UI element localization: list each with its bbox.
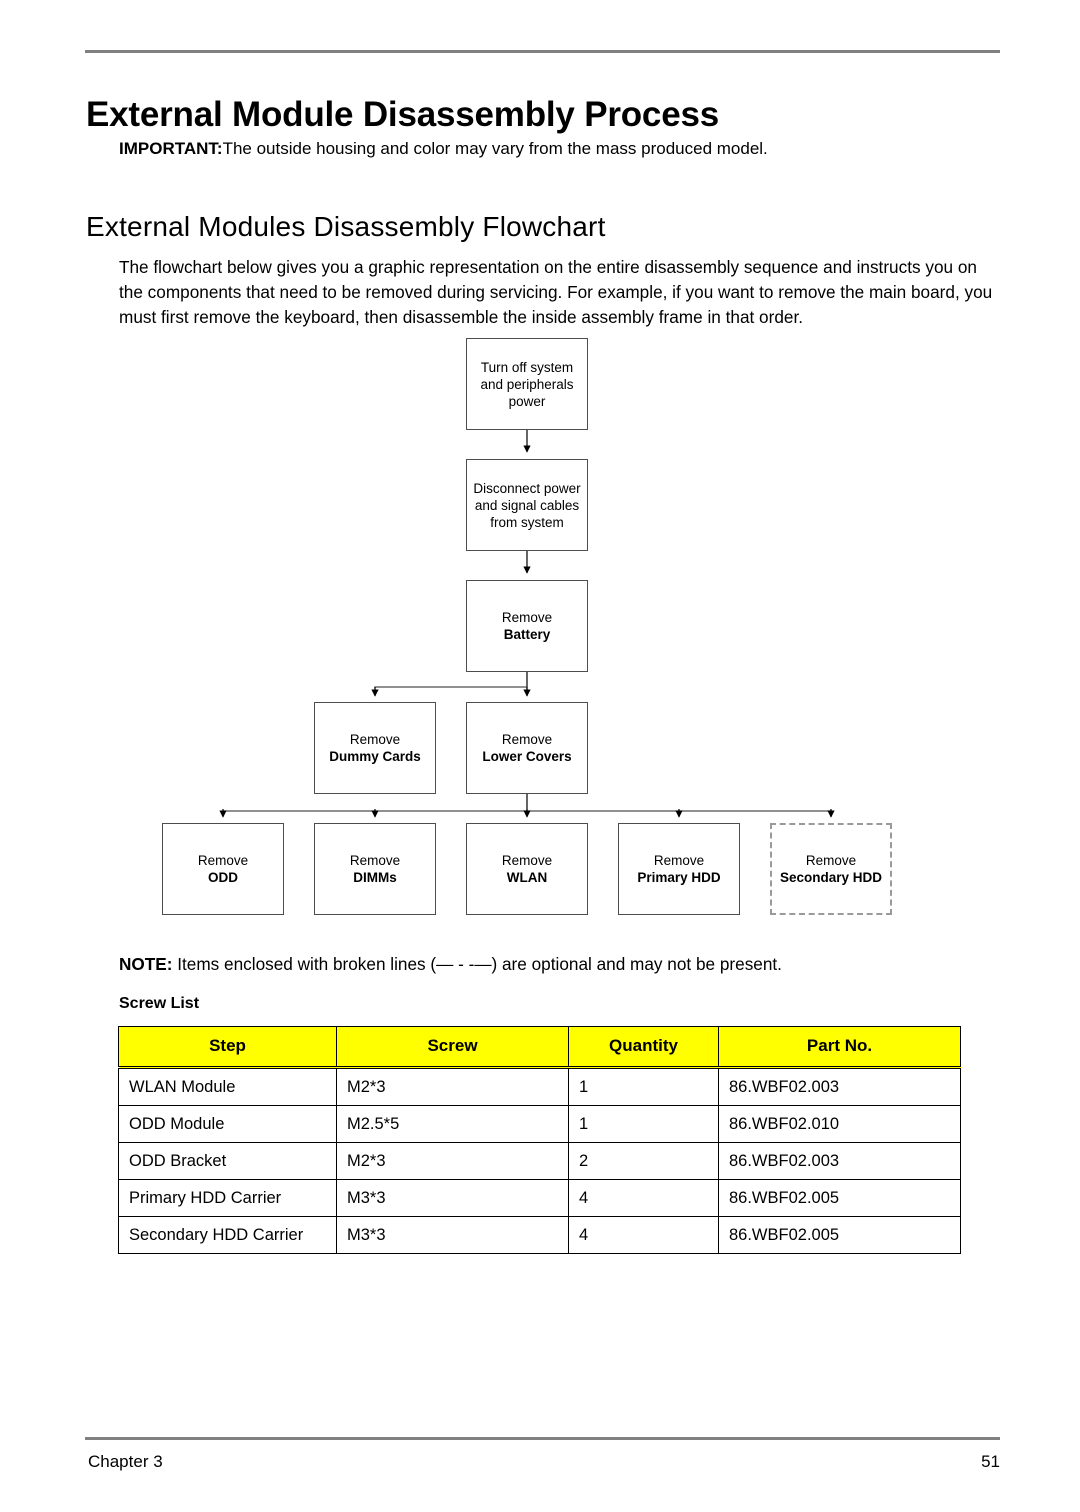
flow-box-component: Dummy Cards bbox=[329, 749, 421, 764]
flow-box-component: ODD bbox=[208, 870, 238, 885]
cell-screw: M3*3 bbox=[336, 1179, 569, 1217]
flow-box-component: Lower Covers bbox=[482, 749, 572, 764]
cell-screw: M2*3 bbox=[336, 1067, 569, 1106]
important-note: IMPORTANT:The outside housing and color … bbox=[119, 139, 768, 159]
flow-box-line: Remove bbox=[349, 853, 401, 868]
table-row: Primary HDD Carrier M3*3 4 86.WBF02.005 bbox=[118, 1179, 961, 1217]
flow-box-remove-battery: Remove Battery bbox=[466, 580, 588, 672]
flow-box-remove-odd: Remove ODD bbox=[162, 823, 284, 915]
cell-screw: M2*3 bbox=[336, 1142, 569, 1180]
flow-box-line: power bbox=[508, 393, 546, 409]
optional-items-note: NOTE: Items enclosed with broken lines (… bbox=[119, 954, 782, 975]
important-text: The outside housing and color may vary f… bbox=[222, 139, 768, 158]
table-header-row: Step Screw Quantity Part No. bbox=[118, 1026, 961, 1069]
important-label: IMPORTANT: bbox=[119, 139, 223, 158]
cell-quantity: 4 bbox=[568, 1179, 719, 1217]
cell-quantity: 1 bbox=[568, 1067, 719, 1106]
table-row: WLAN Module M2*3 1 86.WBF02.003 bbox=[118, 1067, 961, 1106]
column-header-part-no: Part No. bbox=[718, 1026, 961, 1069]
table-row: ODD Module M2.5*5 1 86.WBF02.010 bbox=[118, 1105, 961, 1143]
note-label: NOTE: bbox=[119, 954, 173, 974]
table-row: ODD Bracket M2*3 2 86.WBF02.003 bbox=[118, 1142, 961, 1180]
column-header-quantity: Quantity bbox=[568, 1026, 719, 1069]
cell-step: ODD Module bbox=[118, 1105, 337, 1143]
flow-box-turn-off-power: Turn off system and peripherals power bbox=[466, 338, 588, 430]
flow-box-line: Remove bbox=[501, 853, 553, 868]
cell-step: ODD Bracket bbox=[118, 1142, 337, 1180]
flow-box-line: Remove bbox=[653, 853, 705, 868]
cell-screw: M3*3 bbox=[336, 1216, 569, 1254]
flow-box-line: Remove bbox=[197, 853, 249, 868]
flow-box-line: Remove bbox=[501, 610, 553, 625]
flow-box-line: Turn off system bbox=[480, 359, 574, 375]
screw-list-table: Step Screw Quantity Part No. WLAN Module… bbox=[118, 1026, 961, 1254]
footer-page-number: 51 bbox=[981, 1452, 1000, 1471]
note-text: Items enclosed with broken lines (— - -—… bbox=[172, 954, 782, 974]
flow-box-component: Battery bbox=[503, 627, 551, 642]
cell-quantity: 1 bbox=[568, 1105, 719, 1143]
flow-box-line: Disconnect power bbox=[473, 480, 581, 496]
header-rule bbox=[85, 50, 1000, 53]
flow-box-remove-dummy-cards: Remove Dummy Cards bbox=[314, 702, 436, 794]
flow-box-line: from system bbox=[490, 514, 564, 530]
flow-box-component: WLAN bbox=[506, 870, 548, 885]
flow-box-disconnect-cables: Disconnect power and signal cables from … bbox=[466, 459, 588, 551]
page-title: External Module Disassembly Process bbox=[86, 95, 719, 135]
cell-part-no: 86.WBF02.010 bbox=[718, 1105, 961, 1143]
column-header-step: Step bbox=[118, 1026, 337, 1069]
flow-box-line: and signal cables bbox=[474, 497, 580, 513]
flow-box-remove-secondary-hdd-optional: Remove Secondary HDD bbox=[770, 823, 892, 915]
flow-box-remove-wlan: Remove WLAN bbox=[466, 823, 588, 915]
cell-quantity: 4 bbox=[568, 1216, 719, 1254]
flow-box-remove-dimms: Remove DIMMs bbox=[314, 823, 436, 915]
intro-paragraph: The flowchart below gives you a graphic … bbox=[119, 257, 993, 328]
flow-box-line: Remove bbox=[501, 732, 553, 747]
flow-box-component: DIMMs bbox=[353, 870, 397, 885]
cell-part-no: 86.WBF02.005 bbox=[718, 1179, 961, 1217]
cell-screw: M2.5*5 bbox=[336, 1105, 569, 1143]
page-canvas: External Module Disassembly Process IMPO… bbox=[0, 0, 1080, 1512]
cell-step: Secondary HDD Carrier bbox=[118, 1216, 337, 1254]
cell-quantity: 2 bbox=[568, 1142, 719, 1180]
cell-step: WLAN Module bbox=[118, 1067, 337, 1106]
table-row: Secondary HDD Carrier M3*3 4 86.WBF02.00… bbox=[118, 1216, 961, 1254]
flow-box-line: Remove bbox=[349, 732, 401, 747]
flow-box-component: Primary HDD bbox=[637, 870, 721, 885]
flow-box-line: and peripherals bbox=[480, 376, 574, 392]
screw-list-title: Screw List bbox=[119, 995, 200, 1012]
flow-box-component: Secondary HDD bbox=[779, 870, 883, 885]
flow-box-remove-primary-hdd: Remove Primary HDD bbox=[618, 823, 740, 915]
column-header-screw: Screw bbox=[336, 1026, 569, 1069]
cell-part-no: 86.WBF02.003 bbox=[718, 1067, 961, 1106]
footer-rule bbox=[85, 1437, 1000, 1440]
cell-step: Primary HDD Carrier bbox=[118, 1179, 337, 1217]
flow-box-remove-lower-covers: Remove Lower Covers bbox=[466, 702, 588, 794]
cell-part-no: 86.WBF02.005 bbox=[718, 1216, 961, 1254]
flow-box-line: Remove bbox=[805, 853, 857, 868]
section-heading: External Modules Disassembly Flowchart bbox=[86, 211, 606, 243]
footer-chapter: Chapter 3 bbox=[88, 1452, 163, 1471]
cell-part-no: 86.WBF02.003 bbox=[718, 1142, 961, 1180]
